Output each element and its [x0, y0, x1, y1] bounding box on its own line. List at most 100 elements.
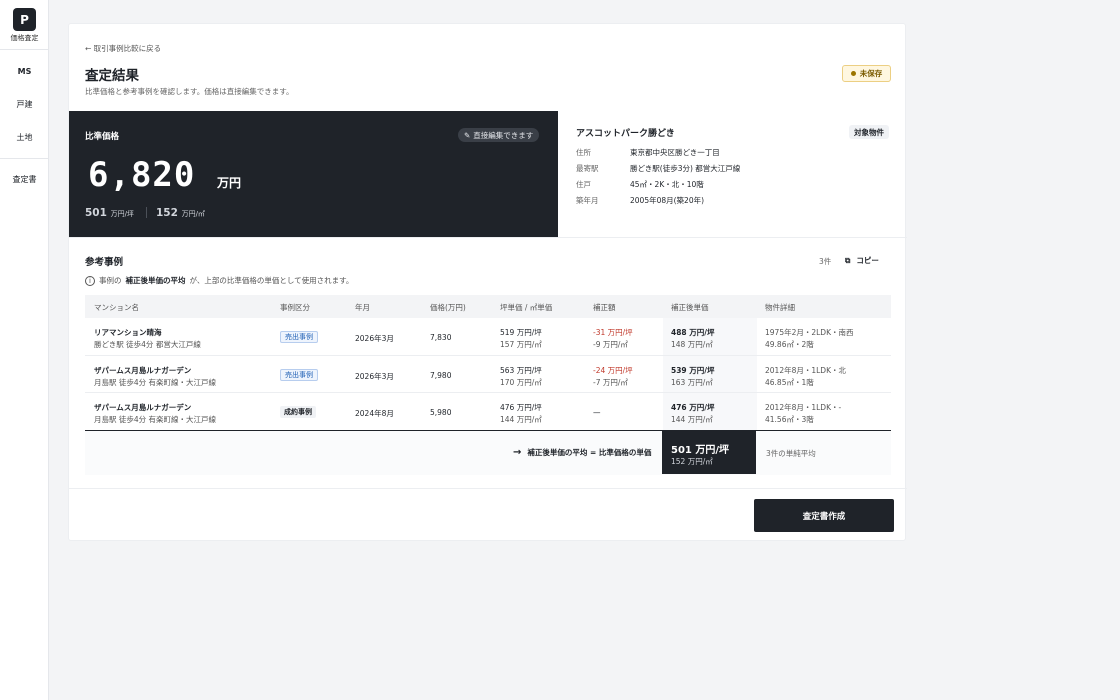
cell-date: 2026年3月	[355, 371, 394, 381]
price-per-sqm: 152 万円/㎡	[156, 207, 205, 219]
sidebar-item-report[interactable]: 査定書	[0, 174, 49, 185]
sidebar-item-land[interactable]: 土地	[0, 132, 49, 143]
column-header: 補正額	[593, 303, 616, 312]
cell-adjust-tsubo: -31 万円/坪	[593, 328, 633, 337]
table-header: マンション名 事例区分 年月 価格(万円) 坪単価 / ㎡単価 補正額 補正後単…	[85, 295, 891, 318]
create-report-button[interactable]: 査定書作成	[754, 499, 894, 532]
cell-date: 2026年3月	[355, 334, 394, 343]
property-field: 最寄駅 勝どき駅(徒歩3分) 都営大江戸線	[576, 164, 741, 173]
copy-button[interactable]: ⧉ コピー	[845, 255, 879, 266]
references-table: マンション名 事例区分 年月 価格(万円) 坪単価 / ㎡単価 補正額 補正後単…	[85, 295, 891, 431]
cell-adjust-none: —	[593, 408, 601, 417]
property-field: 築年月 2005年08月(築20年)	[576, 196, 705, 205]
cell-unit-sqm: 170 万円/㎡	[500, 377, 542, 387]
cell-detail-area: 49.86㎡・2階	[765, 340, 814, 349]
result-card: ← 取引事例比較に戻る 査定結果 比準価格と参考事例を確認します。価格は直接編集…	[68, 23, 907, 541]
cell-name: リアマンション晴海	[94, 328, 162, 337]
property-field: 住戸 45㎡・2K・北・10階	[576, 180, 704, 189]
page-subtitle: 比準価格と参考事例を確認します。価格は直接編集できます。	[85, 87, 294, 96]
average-row: → 補正後単価の平均 = 比準価格の単価 501 万円/坪 152 万円/㎡ 3…	[85, 430, 891, 475]
cell-price: 7,830	[430, 333, 452, 342]
sidebar-divider	[0, 158, 49, 159]
arrow-right-icon: →	[513, 447, 522, 458]
copy-label: コピー	[856, 256, 879, 265]
average-tsubo: 501 万円/坪	[671, 445, 730, 456]
status-badge-label: 未保存	[859, 69, 883, 78]
cell-unit-sqm: 144 万円/㎡	[500, 415, 542, 424]
cell-unit-sqm: 157 万円/㎡	[500, 340, 542, 349]
case-type-tag: 売出事例	[280, 331, 318, 343]
info-icon: i	[85, 275, 95, 286]
table-row[interactable]: ザパームス月島ルナガーデン 月島駅 徒歩4分 有楽町線・大江戸線 成約事例 20…	[85, 393, 891, 431]
cell-unit-tsubo: 519 万円/坪	[500, 328, 542, 337]
references-count: 3件	[819, 257, 832, 266]
references-title: 参考事例	[85, 257, 124, 268]
edit-price-label: 直接編集できます	[473, 130, 534, 140]
column-header: 事例区分	[280, 303, 310, 312]
cell-name: ザパームス月島ルナガーデン	[94, 365, 192, 375]
cell-unit-tsubo: 476 万円/坪	[500, 403, 542, 412]
divider	[69, 237, 907, 238]
column-header: 年月	[355, 303, 370, 312]
property-field: 住所 東京都中央区勝どき一丁目	[576, 148, 720, 157]
cell-adjust-sqm: -7 万円/㎡	[593, 377, 628, 387]
price-value[interactable]: 6,820	[88, 155, 195, 195]
cell-price: 7,980	[430, 370, 452, 380]
cell-adjust-tsubo: -24 万円/坪	[593, 365, 633, 375]
average-value-box: 501 万円/坪 152 万円/㎡	[662, 431, 756, 474]
column-header: マンション名	[94, 303, 139, 312]
status-dot-icon	[850, 71, 856, 76]
cell-corrected-sqm: 144 万円/㎡	[671, 415, 713, 424]
cell-price: 5,980	[430, 408, 452, 417]
cell-detail-area: 41.56㎡・3階	[765, 415, 814, 424]
price-panel: 比準価格 ✎ 直接編集できます 6,820 万円 501 万円/坪 152 万円…	[69, 111, 558, 237]
case-type-tag: 成約事例	[280, 406, 316, 418]
column-header: 補正後単価	[671, 303, 709, 312]
sidebar-item-house[interactable]: 戸建	[0, 99, 49, 110]
property-name: アスコットパーク勝どき	[576, 129, 675, 139]
back-link[interactable]: ← 取引事例比較に戻る	[85, 43, 161, 54]
cell-station: 月島駅 徒歩4分 有楽町線・大江戸線	[94, 377, 217, 387]
cell-corrected-tsubo: 488 万円/坪	[671, 328, 715, 337]
status-badge: 未保存	[842, 65, 891, 82]
cell-unit-tsubo: 563 万円/坪	[500, 365, 542, 375]
cell-detail: 2012年8月・1LDK・-	[765, 403, 842, 412]
average-sqm: 152 万円/㎡	[671, 457, 713, 466]
cell-date: 2024年8月	[355, 409, 394, 418]
cell-corrected-sqm: 148 万円/㎡	[671, 340, 713, 349]
price-per-tsubo: 501 万円/坪	[85, 207, 134, 219]
cell-detail: 1975年2月・2LDK・南西	[765, 328, 854, 337]
page-title: 査定結果	[85, 68, 139, 84]
divider	[146, 207, 147, 218]
price-label: 比準価格	[85, 132, 120, 142]
sidebar-divider	[0, 49, 49, 50]
pencil-icon: ✎	[464, 130, 471, 140]
divider	[69, 488, 907, 489]
references-note: i 事例の 補正後単価の平均 が、上部の比準価格の単価として使用されます。	[85, 275, 353, 286]
cell-corrected-tsubo: 539 万円/坪	[671, 365, 715, 375]
table-row[interactable]: ザパームス月島ルナガーデン 月島駅 徒歩4分 有楽町線・大江戸線 売出事例 20…	[85, 355, 891, 393]
cell-adjust-sqm: -9 万円/㎡	[593, 340, 628, 349]
case-type-tag: 売出事例	[280, 368, 318, 381]
average-note: 3件の単純平均	[766, 449, 816, 458]
cell-corrected-sqm: 163 万円/㎡	[671, 377, 713, 387]
column-header: 価格(万円)	[430, 303, 466, 312]
sidebar: P 価格査定 MS 戸建 土地 査定書	[0, 0, 49, 700]
cell-station: 月島駅 徒歩4分 有楽町線・大江戸線	[94, 415, 217, 424]
average-label: → 補正後単価の平均 = 比準価格の単価	[513, 447, 652, 458]
app-logo[interactable]: P	[13, 8, 36, 31]
copy-icon: ⧉	[845, 255, 851, 265]
cell-detail: 2012年8月・1LDK・北	[765, 365, 847, 375]
price-unit: 万円	[217, 176, 242, 190]
column-header: 坪単価 / ㎡単価	[500, 303, 553, 312]
cell-corrected-tsubo: 476 万円/坪	[671, 403, 715, 412]
target-property-tag: 対象物件	[849, 125, 889, 139]
cell-name: ザパームス月島ルナガーデン	[94, 403, 192, 412]
cell-station: 勝どき駅 徒歩4分 都営大江戸線	[94, 340, 201, 349]
sidebar-item-ms[interactable]: MS	[0, 67, 49, 76]
column-header: 物件詳細	[765, 303, 795, 312]
edit-price-button[interactable]: ✎ 直接編集できます	[458, 128, 540, 142]
cell-detail-area: 46.85㎡・1階	[765, 377, 814, 387]
table-row[interactable]: リアマンション晴海 勝どき駅 徒歩4分 都営大江戸線 売出事例 2026年3月 …	[85, 318, 891, 356]
app-logo-caption: 価格査定	[10, 34, 39, 42]
